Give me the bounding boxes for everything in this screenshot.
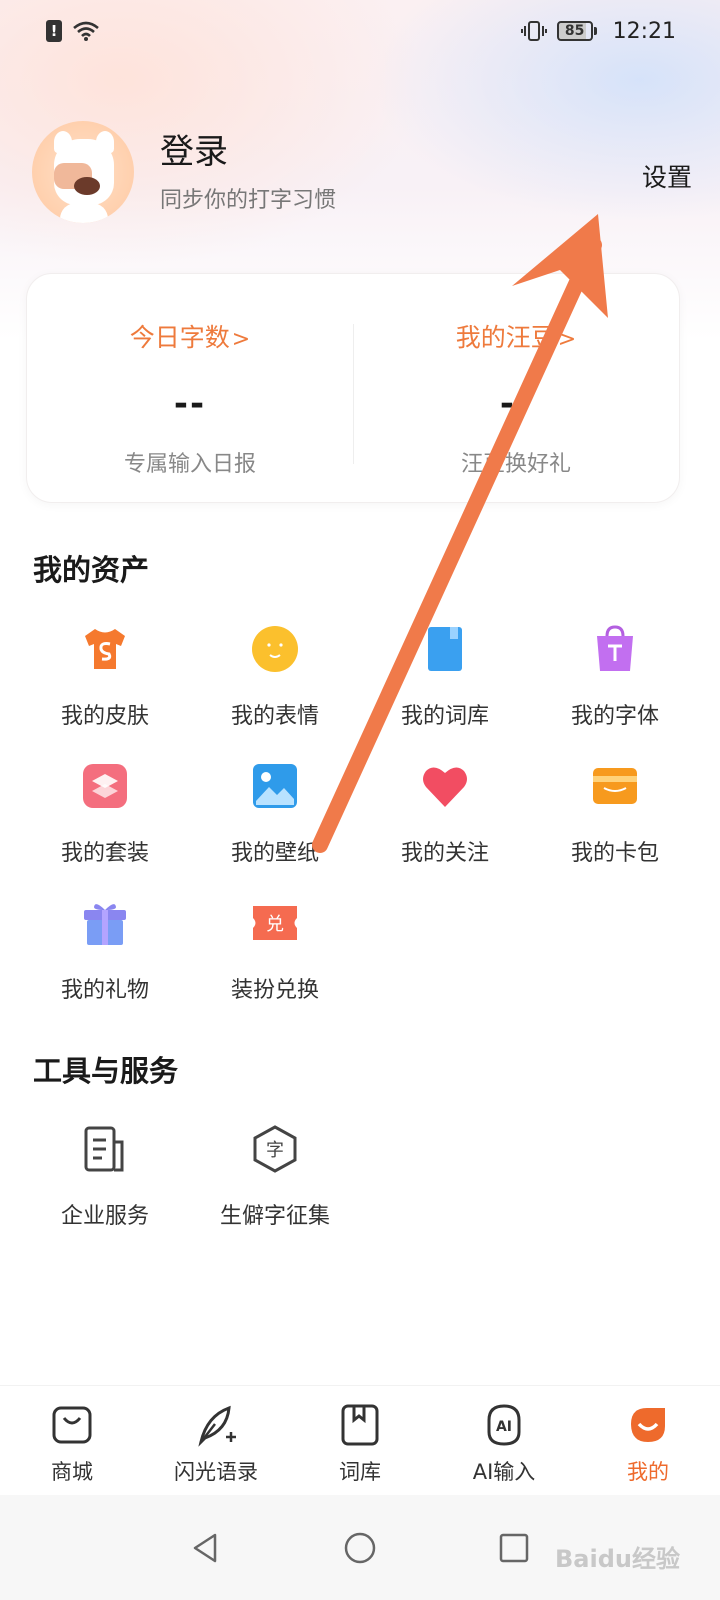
tab-label: 商城 [51,1460,93,1484]
document-icon [84,1126,124,1172]
bottom-tab-bar: 商城 闪光语录 词库 AI AI输入 我的 [0,1385,720,1495]
tool-enterprise[interactable]: 企业服务 [20,1124,190,1261]
heart-icon [423,767,467,807]
font-bag-icon [597,625,633,671]
stat-my-beans[interactable]: 我的汪豆> -- 汪豆换好礼 [353,274,679,502]
avatar[interactable] [32,121,134,223]
shop-bag-icon [52,1406,92,1444]
tab-label: 闪光语录 [174,1460,258,1484]
vibrate-icon [520,21,547,41]
asset-font[interactable]: 我的字体 [530,624,700,761]
tab-label: 词库 [339,1460,381,1484]
section-title-tools: 工具与服务 [33,1054,179,1088]
stat-today-words[interactable]: 今日字数> -- 专属输入日报 [27,274,353,502]
recents-icon[interactable] [497,1531,531,1565]
clock: 12:21 [612,18,676,44]
assets-grid: 我的皮肤 我的表情 我的词库 我的字体 我的套装 我的壁纸 我的关注 我的卡包 … [20,624,700,1035]
chevron-right-icon: > [231,327,251,352]
gift-icon [84,904,126,945]
tab-label: 我的 [627,1460,669,1484]
asset-label: 我的礼物 [60,978,149,1003]
asset-label: 我的词库 [400,704,489,729]
asset-follow[interactable]: 我的关注 [360,761,530,898]
asset-redeem[interactable]: 兑 装扮兑换 [190,898,360,1035]
stat-value: -- [499,384,533,424]
battery-level: 85 [556,21,593,41]
dictionary-icon [341,1404,379,1446]
svg-text:AI: AI [496,1419,512,1435]
character-icon: 字 [253,1125,297,1173]
tool-label: 企业服务 [60,1204,149,1229]
back-icon[interactable] [189,1531,223,1565]
asset-dictionary[interactable]: 我的词库 [360,624,530,761]
login-title[interactable]: 登录 [160,130,692,174]
asset-label: 我的皮肤 [60,704,149,729]
tab-ai-input[interactable]: AI AI输入 [432,1386,576,1495]
stat-title: 今日字数 [129,323,230,352]
section-title-assets: 我的资产 [33,553,150,587]
asset-skin[interactable]: 我的皮肤 [20,624,190,761]
tshirt-icon [85,629,125,669]
layers-icon [83,764,127,808]
tools-grid: 企业服务 字 生僻字征集 [20,1124,700,1261]
tab-dictionary[interactable]: 词库 [288,1386,432,1495]
stat-subtitle: 专属输入日报 [123,452,256,477]
feather-icon [198,1405,236,1447]
asset-label: 我的关注 [400,841,489,866]
svg-text:兑: 兑 [266,914,284,935]
profile-header: 登录 同步你的打字习惯 设置 [32,121,692,223]
smiley-icon [252,626,298,672]
asset-label: 我的壁纸 [230,841,319,866]
wifi-icon [73,21,99,41]
asset-label: 装扮兑换 [230,978,319,1003]
home-icon[interactable] [343,1531,377,1565]
asset-gift[interactable]: 我的礼物 [20,898,190,1035]
asset-wallpaper[interactable]: 我的壁纸 [190,761,360,898]
redeem-icon: 兑 [253,906,297,940]
profile-icon [631,1408,665,1442]
stat-value: -- [173,384,207,424]
login-block[interactable]: 登录 同步你的打字习惯 [160,130,692,214]
stats-card: 今日字数> -- 专属输入日报 我的汪豆> -- 汪豆换好礼 [26,273,680,503]
asset-label: 我的字体 [570,704,659,729]
asset-emoji[interactable]: 我的表情 [190,624,360,761]
tool-rare-characters[interactable]: 字 生僻字征集 [190,1124,360,1261]
login-subtitle: 同步你的打字习惯 [160,188,337,213]
tab-shop[interactable]: 商城 [0,1386,144,1495]
tab-mine[interactable]: 我的 [576,1386,720,1495]
ai-icon: AI [487,1404,521,1446]
watermark: Baidu经验 [555,1545,680,1573]
chevron-right-icon: > [557,327,577,352]
svg-text:字: 字 [266,1140,284,1161]
stat-subtitle: 汪豆换好礼 [460,452,571,477]
asset-suit[interactable]: 我的套装 [20,761,190,898]
battery-indicator: 85 [556,21,597,41]
asset-cardpack[interactable]: 我的卡包 [530,761,700,898]
tab-quotes[interactable]: 闪光语录 [144,1386,288,1495]
asset-label: 我的表情 [230,704,319,729]
asset-label: 我的套装 [60,841,149,866]
settings-button[interactable]: 设置 [642,158,692,194]
status-bar: ! 85 12:21 [0,0,720,62]
stat-title: 我的汪豆 [455,323,556,352]
tab-label: AI输入 [472,1460,536,1484]
alert-icon: ! [46,20,62,42]
book-icon [428,627,462,671]
asset-label: 我的卡包 [570,841,659,866]
tool-label: 生僻字征集 [219,1204,330,1229]
card-icon [593,768,637,804]
picture-icon [253,764,297,808]
